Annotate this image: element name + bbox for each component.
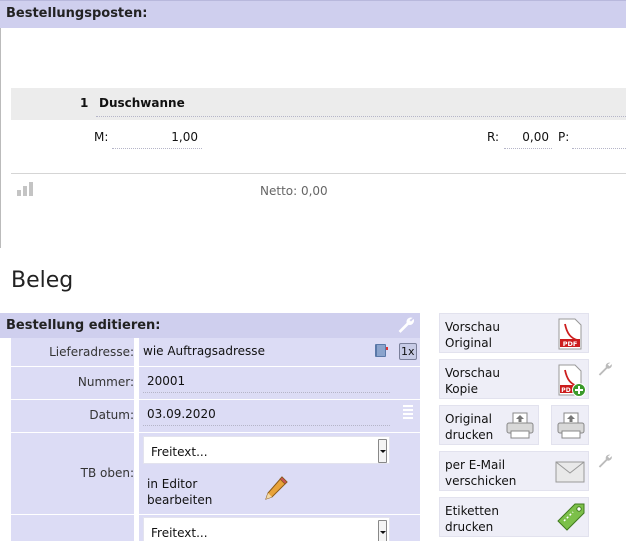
- pdf-add-icon: PD: [558, 364, 586, 397]
- number-field[interactable]: 20001: [143, 371, 390, 393]
- editor-link-line1: in Editor: [147, 477, 198, 491]
- panel-border: [0, 28, 1, 248]
- price-field[interactable]: [572, 130, 626, 149]
- printer-icon: [557, 412, 585, 439]
- button-label: Etiketten: [445, 504, 499, 518]
- button-label: Kopie: [445, 382, 478, 396]
- tb-top-editor-link[interactable]: in Editor bearbeiten: [147, 476, 212, 508]
- tb-bottom-select[interactable]: Freitext...: [143, 517, 390, 541]
- column-divider: [134, 338, 139, 541]
- chevron-down-icon[interactable]: [378, 439, 387, 463]
- tb-top-select-value: Freitext...: [151, 445, 208, 459]
- position-number: 1: [80, 96, 89, 110]
- quantity-label: M:: [94, 130, 109, 144]
- list-icon[interactable]: [401, 404, 415, 420]
- date-field[interactable]: 03.09.2020: [143, 404, 390, 426]
- tb-bottom-select-value: Freitext...: [151, 526, 208, 540]
- delivery-counter[interactable]: 1x: [399, 343, 417, 360]
- position-underline: [96, 116, 626, 117]
- row-divider: [11, 514, 420, 515]
- email-button[interactable]: per E-Mail verschicken: [439, 451, 589, 491]
- button-label: verschicken: [445, 474, 517, 488]
- positions-title: Bestellungsposten:: [6, 6, 148, 21]
- wrench-icon[interactable]: [597, 361, 613, 377]
- button-label: Original: [445, 336, 492, 350]
- date-label: Datum:: [89, 408, 134, 422]
- button-label: per E-Mail: [445, 458, 506, 472]
- tb-top-label: TB oben:: [80, 466, 134, 480]
- row-divider: [11, 432, 420, 433]
- button-label: Original: [445, 412, 492, 426]
- edit-title: Bestellung editieren:: [6, 318, 161, 333]
- pencil-icon[interactable]: [262, 474, 290, 502]
- wrench-icon[interactable]: [397, 316, 415, 334]
- price-label: P:: [558, 130, 570, 144]
- delivery-label: Lieferadresse:: [49, 345, 134, 359]
- row-divider: [11, 399, 420, 400]
- envelope-icon: [555, 461, 585, 483]
- divider: [11, 173, 626, 174]
- pdf-icon: PDF: [558, 318, 582, 350]
- address-book-icon[interactable]: [373, 342, 389, 359]
- bar-chart-icon[interactable]: [16, 182, 34, 196]
- svg-text:PD: PD: [561, 387, 570, 394]
- number-label: Nummer:: [77, 375, 134, 389]
- button-label: drucken: [445, 428, 494, 442]
- netto-total: Netto: 0,00: [260, 184, 328, 198]
- row-divider: [11, 366, 420, 367]
- tag-icon: [557, 503, 585, 531]
- preview-original-button[interactable]: Vorschau Original PDF: [439, 313, 589, 353]
- section-title: Beleg: [11, 268, 74, 293]
- print-labels-button[interactable]: Etiketten drucken: [439, 497, 589, 537]
- quantity-field[interactable]: 1,00: [112, 130, 202, 149]
- wrench-icon[interactable]: [597, 453, 613, 469]
- delivery-value[interactable]: wie Auftragsadresse: [143, 344, 265, 358]
- button-label: Vorschau: [445, 366, 500, 380]
- discount-field[interactable]: 0,00: [504, 130, 552, 149]
- chevron-down-icon[interactable]: [378, 520, 387, 541]
- tb-top-select[interactable]: Freitext...: [143, 436, 390, 464]
- print-copy-button[interactable]: [551, 405, 589, 445]
- discount-label: R:: [487, 130, 500, 144]
- print-original-button[interactable]: Original drucken: [439, 405, 539, 445]
- editor-link-line2: bearbeiten: [147, 493, 213, 507]
- button-label: drucken: [445, 520, 494, 534]
- preview-copy-button[interactable]: Vorschau Kopie PD: [439, 359, 589, 399]
- button-label: Vorschau: [445, 320, 500, 334]
- printer-icon: [506, 412, 534, 439]
- position-name: Duschwanne: [99, 96, 185, 110]
- svg-text:PDF: PDF: [563, 340, 578, 348]
